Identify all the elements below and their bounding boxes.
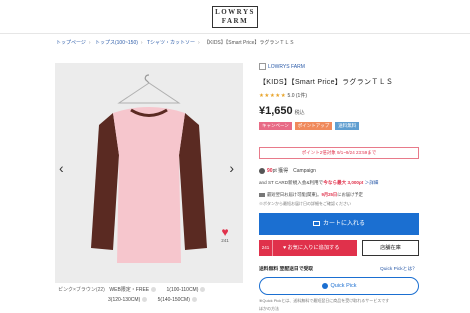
help-icon bbox=[142, 297, 148, 303]
brand-logo[interactable]: LOWRYS FARM bbox=[212, 6, 258, 28]
free-shipping-label: 送料無料 翌配送日で受取 bbox=[259, 267, 314, 272]
badge-list: キャンペーン ポイントアップ 送料無料 bbox=[259, 122, 419, 130]
brand-link[interactable]: LOWRYS FARM bbox=[259, 63, 419, 71]
site-header: LOWRYS FARM bbox=[0, 0, 470, 34]
image-favorite-count: 241 bbox=[221, 238, 229, 243]
stcard-detail-link[interactable]: ＞詳細 bbox=[365, 180, 379, 185]
variant-selector: ピンク×ブラウン(22) WEB限定・FREE 1(100-110CM) 3(1… bbox=[58, 285, 258, 305]
other-methods-link[interactable]: ほかの方法 bbox=[259, 306, 279, 312]
badge-point-up: ポイントアップ bbox=[294, 122, 333, 130]
quick-pick-help-link[interactable]: Quick Pickとは？ bbox=[380, 265, 417, 272]
quick-pick-button[interactable]: Quick Pick bbox=[259, 277, 419, 295]
favorite-count: 241 bbox=[259, 240, 273, 256]
chevron-left-icon[interactable]: ‹ bbox=[59, 161, 64, 175]
breadcrumb: トップページ › トップス(100~150) › Tシャツ・カットソー › 【KIDS… bbox=[56, 39, 295, 46]
heart-icon: ♥ bbox=[283, 245, 287, 251]
product-title: 【KIDS】【Smart Price】ラグランＴＬＳ bbox=[259, 79, 394, 86]
quick-pick-icon bbox=[321, 282, 328, 289]
brand-icon bbox=[259, 63, 266, 71]
stcard-promo: and ST CARD新規入会&利用で今なら最大 3,000pt ＞詳細 bbox=[259, 180, 379, 185]
point-notice: ポイント2倍対象 9/1~9/24 23:59まで bbox=[259, 147, 419, 159]
store-stock-button[interactable]: 店舗在庫 bbox=[362, 240, 419, 256]
breadcrumb-item-top[interactable]: トップページ bbox=[56, 39, 86, 46]
point-icon bbox=[259, 167, 265, 174]
size-option[interactable]: 1(100-110CM) bbox=[167, 285, 206, 295]
color-label: ピンク×ブラウン(22) bbox=[58, 287, 105, 293]
size-option[interactable]: 5(140-150CM) bbox=[158, 295, 197, 305]
add-favorite-button[interactable]: 241 ♥ お気に入りに追加する bbox=[259, 240, 357, 256]
logo-line2: FARM bbox=[221, 17, 249, 25]
badge-campaign: キャンペーン bbox=[259, 122, 292, 130]
product-image-gallery[interactable]: ‹ › ♥ 241 bbox=[55, 63, 243, 283]
product-info: LOWRYS FARM 【KIDS】【Smart Price】ラグランＴＬＳ ★… bbox=[259, 63, 419, 130]
star-rating-icon: ★★★★★ bbox=[259, 93, 287, 99]
quick-pick-note: ※Quick Pickとは、送料無料で最短翌日に商品を受け取れるサービスです bbox=[259, 298, 390, 303]
chevron-right-icon[interactable]: › bbox=[229, 161, 234, 175]
cart-icon bbox=[312, 220, 320, 226]
size-option[interactable]: 3(120-130CM) bbox=[108, 295, 148, 305]
logo-line1: LOWRYS bbox=[215, 8, 255, 16]
help-icon bbox=[151, 287, 157, 293]
help-icon bbox=[191, 297, 197, 303]
add-to-cart-button[interactable]: カートに入れる bbox=[259, 213, 419, 235]
delivery-info: 最短翌日お届け可能(関東)。9月25日にお届け予定 bbox=[259, 192, 363, 198]
truck-icon bbox=[259, 192, 265, 197]
delivery-note: ※ボタンから最短お届け日の詳細をご確認ください bbox=[259, 201, 351, 206]
image-favorite[interactable]: ♥ 241 bbox=[218, 226, 232, 243]
campaign-row: 90pt 獲得 Campaign bbox=[259, 167, 316, 174]
breadcrumb-item-tshirt[interactable]: Tシャツ・カットソー bbox=[147, 39, 195, 46]
product-image bbox=[55, 63, 243, 283]
product-rating[interactable]: ★★★★★ 5.0 (1件) bbox=[259, 92, 419, 99]
product-price: ¥1,650 税込 bbox=[259, 105, 305, 117]
help-icon bbox=[200, 287, 206, 293]
breadcrumb-item-tops[interactable]: トップス(100~150) bbox=[95, 39, 138, 46]
size-option[interactable]: WEB限定・FREE bbox=[109, 285, 157, 295]
breadcrumb-item-current: 【KIDS】【Smart Price】ラグランＴＬＳ bbox=[204, 40, 295, 46]
heart-icon: ♥ bbox=[221, 225, 229, 239]
badge-free-shipping: 送料無料 bbox=[335, 122, 360, 130]
tax-label: 税込 bbox=[294, 110, 305, 116]
